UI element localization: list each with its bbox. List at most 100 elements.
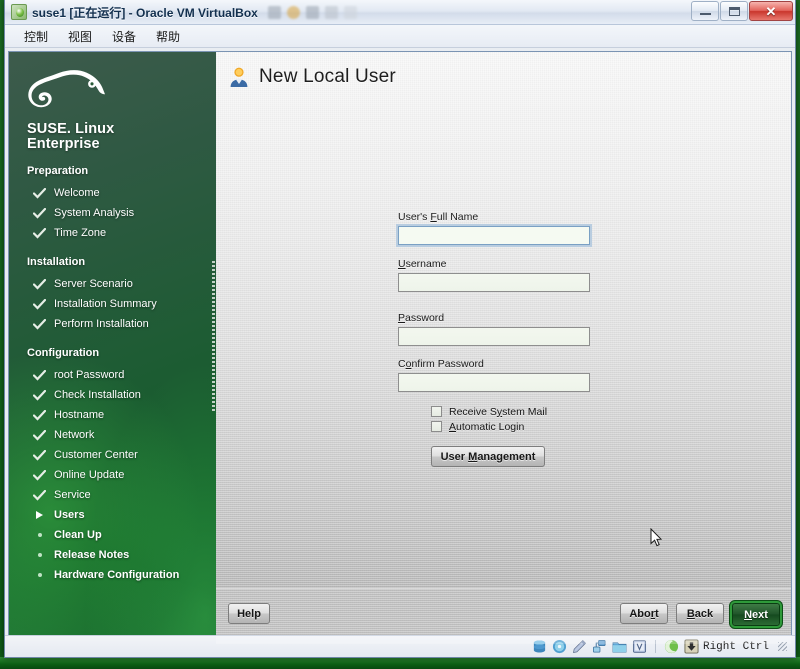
menu-item-devices[interactable]: 设备 (103, 25, 145, 48)
abort-button[interactable]: Abort (620, 603, 668, 624)
automatic-login-label: Automatic Login (449, 420, 525, 433)
blur-chip (324, 5, 338, 19)
check-icon (33, 187, 46, 199)
suse-chameleon-logo (28, 70, 105, 108)
sidebar-item-label: Hardware Configuration (54, 569, 180, 581)
sidebar-item-label: Time Zone (54, 227, 107, 239)
check-icon (33, 469, 46, 481)
sidebar-item-installation-summary[interactable]: Installation Summary (33, 294, 216, 314)
installer-sidebar: SUSE. Linux Enterprise Preparation Welco… (9, 52, 216, 644)
sidebar-item-service[interactable]: Service (33, 485, 216, 505)
username-input[interactable] (398, 273, 590, 292)
check-icon (33, 489, 46, 501)
check-icon (33, 227, 46, 239)
maximize-icon (728, 6, 740, 16)
sidebar-item-label: System Analysis (54, 207, 135, 219)
window-titlebar: suse1 [正在运行] - Oracle VM VirtualBox ✕ (5, 0, 795, 25)
sidebar-item-label: Clean Up (54, 529, 102, 541)
sidebar-item-root-password[interactable]: root Password (33, 365, 216, 385)
blur-chip (286, 5, 300, 19)
user-management-button[interactable]: User Management (431, 446, 545, 467)
play-arrow-icon (33, 511, 46, 519)
window-controls: ✕ (691, 1, 793, 21)
check-icon (33, 449, 46, 461)
blur-chip (305, 5, 319, 19)
sidebar-item-network[interactable]: Network (33, 425, 216, 445)
sidebar-item-label: root Password (54, 369, 125, 381)
menu-item-control[interactable]: 控制 (15, 25, 57, 48)
sidebar-item-label: Service (54, 489, 91, 501)
automatic-login-row[interactable]: Automatic Login (431, 419, 594, 434)
sidebar-item-clean-up[interactable]: Clean Up (33, 525, 216, 545)
full-name-label: User's Full Name (398, 211, 479, 223)
wizard-nav-buttons: Abort Back Next (620, 603, 780, 626)
maximize-button[interactable] (720, 1, 748, 21)
automatic-login-checkbox[interactable] (431, 421, 442, 432)
receive-system-mail-row[interactable]: Receive System Mail (431, 404, 594, 419)
virtualbox-window: suse1 [正在运行] - Oracle VM VirtualBox ✕ 控制… (4, 0, 796, 658)
sidebar-item-label: Check Installation (54, 389, 141, 401)
menubar: 控制 视图 设备 帮助 (5, 25, 795, 48)
menu-item-view[interactable]: 视图 (59, 25, 101, 48)
desktop-taskbar (0, 657, 800, 669)
check-icon (33, 318, 46, 330)
sidebar-resize-grip[interactable] (212, 261, 215, 412)
installer-content: New Local User User's Full Name Username… (216, 52, 791, 644)
close-icon: ✕ (765, 3, 777, 19)
sidebar-item-perform-installation[interactable]: Perform Installation (33, 314, 216, 334)
minimize-button[interactable] (691, 1, 719, 21)
sidebar-item-time-zone[interactable]: Time Zone (33, 223, 216, 243)
sidebar-item-check-installation[interactable]: Check Installation (33, 385, 216, 405)
check-icon (33, 369, 46, 381)
confirm-password-input[interactable] (398, 373, 590, 392)
dot-icon (33, 533, 46, 537)
check-icon (33, 207, 46, 219)
sidebar-item-label: Installation Summary (54, 298, 157, 310)
sidebar-item-release-notes[interactable]: Release Notes (33, 545, 216, 565)
new-user-form: User's Full Name Username Password Confi… (398, 211, 594, 467)
nav-section-installation: Installation (27, 256, 86, 268)
sidebar-item-users[interactable]: Users (33, 505, 216, 525)
check-icon (33, 429, 46, 441)
password-label: Password (398, 312, 445, 324)
window-title: suse1 [正在运行] - Oracle VM VirtualBox (32, 5, 258, 20)
sidebar-item-label: Hostname (54, 409, 105, 421)
sidebar-item-online-update[interactable]: Online Update (33, 465, 216, 485)
close-button[interactable]: ✕ (749, 1, 793, 21)
sidebar-item-label: Online Update (54, 469, 125, 481)
check-icon (33, 409, 46, 421)
full-name-input[interactable] (398, 226, 590, 245)
vm-display[interactable]: SUSE. Linux Enterprise Preparation Welco… (8, 51, 792, 645)
minimize-icon (699, 13, 711, 15)
nav-section-configuration: Configuration (27, 347, 100, 359)
blur-chip (267, 5, 281, 19)
menu-item-help[interactable]: 帮助 (147, 25, 189, 48)
check-icon (33, 278, 46, 290)
check-icon (33, 389, 46, 401)
nav-section-preparation: Preparation (27, 165, 89, 177)
help-button[interactable]: Help (228, 603, 270, 624)
receive-system-mail-checkbox[interactable] (431, 406, 442, 417)
suse-branding: SUSE. Linux Enterprise (9, 52, 216, 152)
brand-name: SUSE. Linux Enterprise (27, 122, 216, 152)
sidebar-item-server-scenario[interactable]: Server Scenario (33, 274, 216, 294)
dot-icon (33, 553, 46, 557)
receive-system-mail-label: Receive System Mail (449, 405, 548, 418)
virtualbox-vm-icon (11, 4, 27, 20)
sidebar-item-hostname[interactable]: Hostname (33, 405, 216, 425)
password-input[interactable] (398, 327, 590, 346)
brand-line-1: SUSE. Linux (27, 121, 115, 137)
back-button[interactable]: Back (676, 603, 724, 624)
sidebar-item-label: Network (54, 429, 95, 441)
sidebar-item-system-analysis[interactable]: System Analysis (33, 203, 216, 223)
sidebar-item-customer-center[interactable]: Customer Center (33, 445, 216, 465)
sidebar-item-label: Welcome (54, 187, 100, 199)
blur-chip (343, 5, 357, 19)
sidebar-item-hardware-configuration[interactable]: Hardware Configuration (33, 565, 216, 585)
page-title: New Local User (259, 66, 396, 87)
sidebar-item-welcome[interactable]: Welcome (33, 183, 216, 203)
sidebar-item-label: Customer Center (54, 449, 138, 461)
next-button[interactable]: Next (732, 603, 780, 626)
username-label: Username (398, 258, 447, 270)
sidebar-item-label: Release Notes (54, 549, 130, 561)
